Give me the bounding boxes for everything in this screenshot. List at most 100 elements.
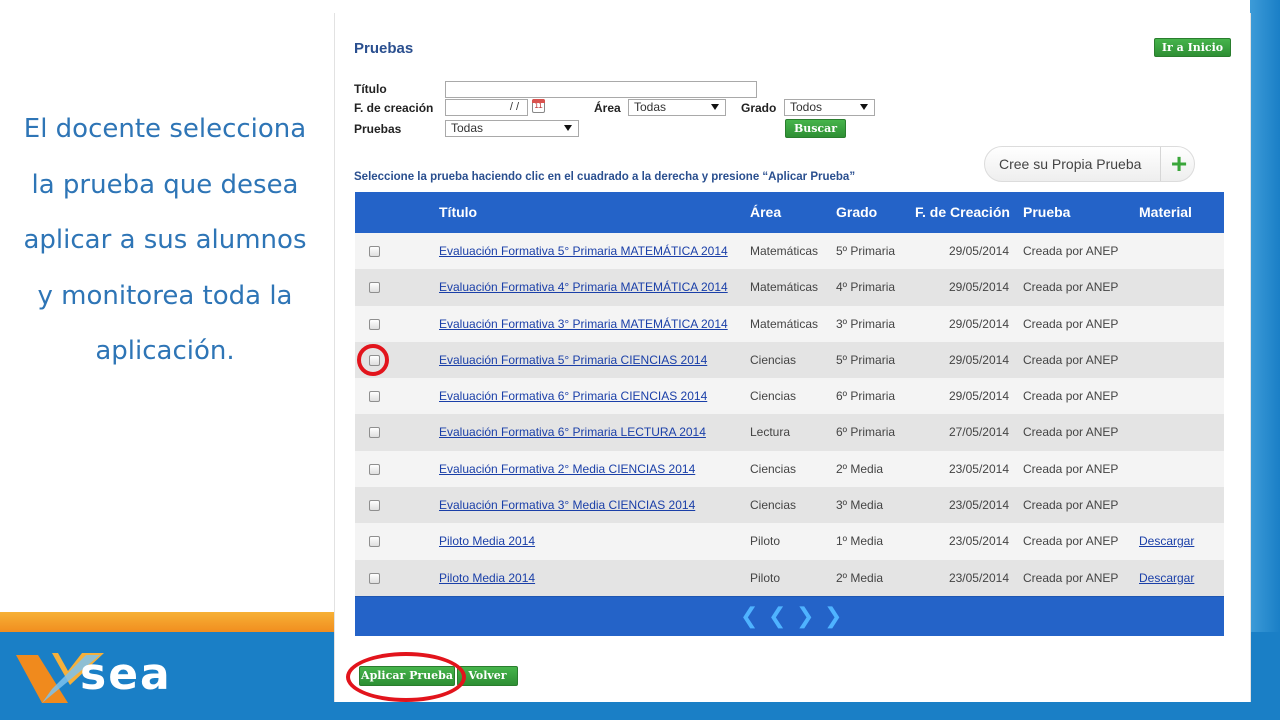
header-test: Prueba — [1023, 204, 1071, 220]
tests-table: Título Área Grado F. de Creación Prueba … — [355, 192, 1224, 636]
test-area: Matemáticas — [750, 316, 819, 331]
row-checkbox[interactable] — [369, 246, 380, 257]
grade-label: Grado — [741, 101, 777, 115]
pager-prev-icon[interactable]: ❮ — [768, 603, 786, 628]
test-date: 27/05/2014 — [948, 425, 1009, 440]
test-area: Lectura — [750, 425, 791, 440]
home-button[interactable]: Ir a Inicio — [1154, 38, 1231, 57]
back-button[interactable]: Volver — [457, 666, 518, 686]
test-area: Matemáticas — [750, 280, 819, 295]
test-area: Ciencias — [750, 498, 797, 513]
material-link[interactable]: Descargar — [1139, 534, 1194, 548]
table-row: Piloto Media 2014 Piloto 1º Media 23/05/… — [355, 523, 1224, 560]
slide-caption: El docente selecciona la prueba que dese… — [6, 102, 324, 380]
pager-first-icon[interactable]: ❮ — [740, 603, 758, 628]
row-checkbox[interactable] — [369, 391, 380, 403]
test-origin: Creada por ANEP — [1023, 498, 1119, 513]
area-select[interactable]: Todas — [628, 99, 726, 116]
row-checkbox[interactable] — [369, 427, 380, 439]
plus-icon[interactable]: + — [1166, 148, 1192, 180]
test-title-link[interactable]: Piloto Media 2014 — [439, 571, 535, 585]
title-input[interactable] — [445, 81, 757, 98]
test-grade: 2º Media — [836, 461, 884, 476]
test-title-link[interactable]: Evaluación Formativa 3° Primaria MATEMÁT… — [439, 317, 728, 331]
test-origin: Creada por ANEP — [1023, 534, 1119, 549]
test-grade: 5º Primaria — [836, 244, 896, 258]
table-row: Evaluación Formativa 5° Primaria CIENCIA… — [355, 341, 1224, 379]
test-grade: 3º Media — [836, 498, 884, 513]
test-title-link[interactable]: Evaluación Formativa 5° Primaria CIENCIA… — [439, 353, 707, 367]
test-date: 23/05/2014 — [948, 570, 1009, 585]
header-material: Material — [1139, 204, 1192, 220]
test-date: 23/05/2014 — [948, 461, 1009, 476]
test-date: 23/05/2014 — [948, 534, 1009, 549]
test-grade: 6º Primaria — [836, 425, 896, 440]
right-blue-band — [1250, 0, 1280, 720]
date-label: F. de creación — [354, 101, 434, 115]
calendar-day: 11 — [534, 101, 543, 110]
test-title-link[interactable]: Evaluación Formativa 3° Media CIENCIAS 2… — [439, 498, 695, 512]
page-title: Pruebas — [354, 40, 414, 57]
apply-test-button[interactable]: Aplicar Prueba — [359, 666, 455, 686]
dropdown-arrow-icon — [564, 125, 572, 131]
test-title-link[interactable]: Evaluación Formativa 5° Primaria MATEMÁT… — [439, 244, 728, 258]
caption-line: la prueba que desea — [31, 169, 299, 200]
instruction-text: Seleccione la prueba haciendo clic en el… — [354, 171, 856, 183]
table-row: Evaluación Formativa 3° Media CIENCIAS 2… — [355, 487, 1224, 524]
material-link[interactable]: Descargar — [1139, 571, 1194, 585]
dropdown-arrow-icon — [860, 104, 868, 110]
row-checkbox[interactable] — [369, 536, 380, 548]
row-checkbox[interactable] — [369, 354, 380, 366]
pager-last-icon[interactable]: ❯ — [824, 603, 842, 628]
test-title-link[interactable]: Evaluación Formativa 6° Primaria LECTURA… — [439, 425, 706, 439]
row-checkbox[interactable] — [369, 572, 380, 584]
calendar-icon[interactable]: 11 — [532, 99, 545, 113]
table-footer-pager: ❮ ❮ ❯ ❯ — [355, 595, 1224, 636]
app-panel: Pruebas Ir a Inicio Título F. de creació… — [334, 13, 1251, 702]
tests-select[interactable]: Todas — [445, 120, 579, 137]
row-checkbox[interactable] — [369, 463, 380, 475]
test-grade: 5º Primaria — [836, 352, 896, 367]
table-row: Evaluación Formativa 3° Primaria MATEMÁT… — [355, 305, 1224, 342]
test-date: 29/05/2014 — [948, 280, 1009, 295]
test-title-link[interactable]: Evaluación Formativa 2° Media CIENCIAS 2… — [439, 462, 695, 476]
table-row: Evaluación Formativa 6° Primaria CIENCIA… — [355, 378, 1224, 415]
create-test-button[interactable]: Cree su Propia Prueba + — [984, 146, 1195, 182]
test-grade: 1º Media — [836, 534, 884, 549]
pager-next-icon[interactable]: ❯ — [796, 603, 814, 628]
caption-line: aplicar a sus alumnos — [23, 225, 307, 255]
header-title: Título — [439, 204, 478, 220]
test-date: 29/05/2014 — [948, 352, 1009, 367]
test-area: Piloto — [750, 570, 781, 585]
table-row: Evaluación Formativa 2° Media CIENCIAS 2… — [355, 450, 1224, 488]
test-title-link[interactable]: Piloto Media 2014 — [439, 534, 535, 548]
create-test-label: Cree su Propia Prueba — [999, 156, 1142, 172]
date-input[interactable]: / / — [445, 99, 528, 116]
caption-line: y monitorea toda la — [37, 280, 293, 311]
tests-select-value: Todas — [451, 121, 484, 135]
area-label: Área — [594, 101, 621, 115]
search-button[interactable]: Buscar — [785, 119, 846, 138]
table-row: Evaluación Formativa 5° Primaria MATEMÁT… — [355, 233, 1224, 270]
create-test-divider — [1160, 147, 1161, 181]
row-checkbox[interactable] — [369, 282, 380, 294]
test-origin: Creada por ANEP — [1023, 425, 1119, 440]
caption-line: aplicación. — [95, 336, 235, 366]
row-checkbox[interactable] — [369, 318, 380, 330]
orange-band — [0, 612, 334, 634]
test-title-link[interactable]: Evaluación Formativa 4° Primaria MATEMÁT… — [439, 280, 728, 294]
test-origin: Creada por ANEP — [1023, 461, 1119, 476]
test-origin: Creada por ANEP — [1023, 280, 1119, 295]
test-origin: Creada por ANEP — [1023, 244, 1119, 258]
row-checkbox[interactable] — [369, 500, 380, 512]
test-origin: Creada por ANEP — [1023, 316, 1119, 331]
table-row: Evaluación Formativa 4° Primaria MATEMÁT… — [355, 269, 1224, 306]
table-row: Piloto Media 2014 Piloto 2º Media 23/05/… — [355, 559, 1224, 596]
area-select-value: Todas — [634, 100, 667, 114]
test-title-link[interactable]: Evaluación Formativa 6° Primaria CIENCIA… — [439, 389, 707, 403]
grade-select[interactable]: Todos — [784, 99, 875, 116]
test-area: Ciencias — [750, 461, 797, 476]
test-area: Ciencias — [750, 389, 797, 404]
test-area: Ciencias — [750, 352, 797, 367]
test-origin: Creada por ANEP — [1023, 352, 1119, 367]
